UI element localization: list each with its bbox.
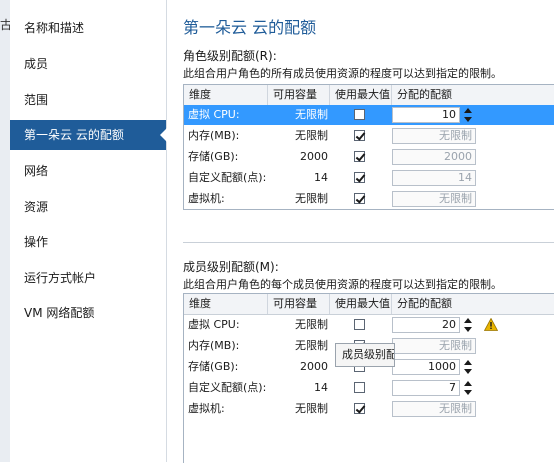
role-quota-description: 此组合用户角色的所有成员使用资源的程度可以达到指定的限制。 bbox=[183, 67, 502, 80]
sidebar-item-vm-network-quotas[interactable]: VM 网络配额 bbox=[10, 298, 166, 328]
member-quota-description: 此组合用户角色的每个成员使用资源的程度可以达到指定的限制。 bbox=[183, 278, 502, 291]
row-capacity: 14 bbox=[314, 381, 328, 394]
sidebar-item-quotas[interactable]: 第一朵云 云的配额 bbox=[10, 120, 167, 150]
quota-input[interactable]: 1000 bbox=[392, 359, 460, 375]
row-dimension: 内存(MB): bbox=[188, 339, 240, 352]
use-max-checkbox[interactable] bbox=[354, 403, 365, 414]
quota-input: 14 bbox=[392, 170, 476, 186]
quota-input[interactable]: 7 bbox=[392, 380, 460, 396]
spin-up-icon[interactable] bbox=[460, 317, 475, 325]
row-dimension: 虚拟 CPU: bbox=[188, 108, 240, 121]
sidebar-item-actions[interactable]: 操作 bbox=[10, 227, 166, 257]
use-max-checkbox[interactable] bbox=[354, 151, 365, 162]
row-dimension: 虚拟机: bbox=[188, 192, 225, 205]
row-dimension: 虚拟机: bbox=[188, 402, 225, 415]
member-quota-grid: 维度 可用容量 使用最大值 分配的配额 虚拟 CPU: 无限制 20 内存(MB… bbox=[183, 293, 554, 463]
row-capacity: 2000 bbox=[300, 150, 328, 163]
quota-input: 无限制 bbox=[392, 401, 476, 417]
use-max-checkbox[interactable] bbox=[354, 382, 365, 393]
sidebar-item-resources[interactable]: 资源 bbox=[10, 192, 166, 222]
section-divider bbox=[183, 242, 554, 243]
table-row[interactable]: 虚拟机: 无限制 无限制 bbox=[184, 189, 554, 209]
quota-stepper[interactable] bbox=[460, 107, 475, 123]
header-capacity[interactable]: 可用容量 bbox=[268, 294, 330, 314]
sidebar: 名称和描述 成员 范围 第一朵云 云的配额 网络 资源 操作 运行方式帐户 VM… bbox=[10, 0, 167, 462]
main-panel: 第一朵云 云的配额 角色级别配额(R): 此组合用户角色的所有成员使用资源的程度… bbox=[167, 0, 554, 463]
row-capacity: 无限制 bbox=[295, 339, 328, 352]
sidebar-item-name-description[interactable]: 名称和描述 bbox=[10, 13, 166, 43]
role-quota-title: 角色级别配额(R): bbox=[183, 49, 277, 63]
header-use-max[interactable]: 使用最大值 bbox=[330, 294, 392, 314]
quota-input: 无限制 bbox=[392, 338, 476, 354]
row-dimension: 虚拟 CPU: bbox=[188, 318, 240, 331]
quota-input[interactable]: 10 bbox=[392, 107, 460, 123]
sidebar-item-members[interactable]: 成员 bbox=[10, 49, 166, 79]
row-capacity: 无限制 bbox=[295, 129, 328, 142]
table-row[interactable]: 虚拟 CPU: 无限制 20 bbox=[184, 315, 554, 335]
table-row[interactable]: 自定义配额(点): 14 14 bbox=[184, 168, 554, 188]
row-dimension: 存储(GB): bbox=[188, 150, 239, 163]
table-row[interactable]: 存储(GB): 2000 2000 bbox=[184, 147, 554, 167]
table-row[interactable]: 内存(MB): 无限制 无限制 bbox=[184, 126, 554, 146]
table-row[interactable]: 虚拟 CPU: 无限制 10 bbox=[184, 105, 554, 125]
header-assigned-quota[interactable]: 分配的配额 bbox=[392, 294, 554, 314]
row-capacity: 无限制 bbox=[295, 192, 328, 205]
spin-up-icon[interactable] bbox=[460, 380, 475, 388]
spin-down-icon[interactable] bbox=[460, 325, 475, 333]
row-capacity: 无限制 bbox=[295, 108, 328, 121]
use-max-checkbox[interactable] bbox=[354, 109, 365, 120]
sidebar-item-scope[interactable]: 范围 bbox=[10, 85, 166, 115]
sidebar-item-run-as-accounts[interactable]: 运行方式帐户 bbox=[10, 263, 166, 293]
warning-tooltip: 成员级别配 bbox=[335, 343, 395, 367]
role-quota-grid: 维度 可用容量 使用最大值 分配的配额 虚拟 CPU: 无限制 10 内存(MB… bbox=[183, 84, 554, 210]
header-dimension[interactable]: 维度 bbox=[184, 294, 268, 314]
spin-down-icon[interactable] bbox=[460, 388, 475, 396]
quota-stepper[interactable] bbox=[460, 317, 475, 333]
quota-stepper[interactable] bbox=[460, 380, 475, 396]
use-max-checkbox[interactable] bbox=[354, 130, 365, 141]
spin-down-icon[interactable] bbox=[460, 115, 475, 123]
spin-down-icon[interactable] bbox=[460, 367, 475, 375]
quota-input[interactable]: 20 bbox=[392, 317, 460, 333]
member-quota-title: 成员级别配额(M): bbox=[183, 260, 279, 274]
row-dimension: 存储(GB): bbox=[188, 360, 239, 373]
row-dimension: 内存(MB): bbox=[188, 129, 240, 142]
header-capacity[interactable]: 可用容量 bbox=[268, 85, 330, 105]
quota-input: 无限制 bbox=[392, 191, 476, 207]
row-dimension: 自定义配额(点): bbox=[188, 171, 267, 184]
sidebar-item-networks[interactable]: 网络 bbox=[10, 156, 166, 186]
quota-stepper[interactable] bbox=[460, 359, 475, 375]
quota-input: 2000 bbox=[392, 149, 476, 165]
table-row[interactable]: 虚拟机: 无限制 无限制 bbox=[184, 399, 554, 419]
header-use-max[interactable]: 使用最大值 bbox=[330, 85, 392, 105]
use-max-checkbox[interactable] bbox=[354, 319, 365, 330]
use-max-checkbox[interactable] bbox=[354, 193, 365, 204]
row-capacity: 14 bbox=[314, 171, 328, 184]
row-dimension: 自定义配额(点): bbox=[188, 381, 267, 394]
spin-up-icon[interactable] bbox=[460, 107, 475, 115]
header-assigned-quota[interactable]: 分配的配额 bbox=[392, 85, 554, 105]
row-capacity: 无限制 bbox=[295, 402, 328, 415]
table-row[interactable]: 自定义配额(点): 14 7 bbox=[184, 378, 554, 398]
warning-icon[interactable] bbox=[484, 318, 498, 331]
grid-header: 维度 可用容量 使用最大值 分配的配额 bbox=[184, 294, 554, 315]
quota-input: 无限制 bbox=[392, 128, 476, 144]
row-capacity: 2000 bbox=[300, 360, 328, 373]
page-title: 第一朵云 云的配额 bbox=[183, 18, 317, 37]
use-max-checkbox[interactable] bbox=[354, 172, 365, 183]
header-dimension[interactable]: 维度 bbox=[184, 85, 268, 105]
spin-up-icon[interactable] bbox=[460, 359, 475, 367]
row-capacity: 无限制 bbox=[295, 318, 328, 331]
grid-header: 维度 可用容量 使用最大值 分配的配额 bbox=[184, 85, 554, 106]
